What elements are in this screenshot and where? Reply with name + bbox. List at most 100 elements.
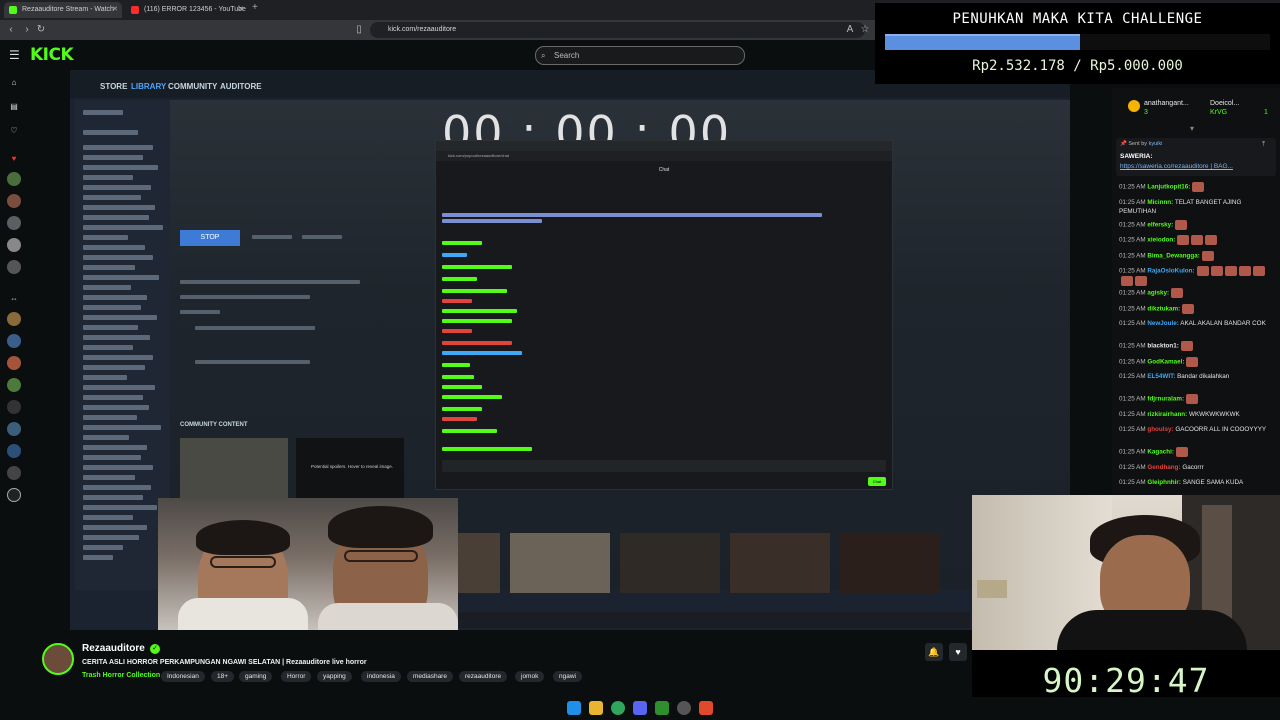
search-input[interactable]: Search — [535, 46, 745, 65]
home-icon[interactable]: ⌂ — [7, 76, 21, 90]
channel-avatar[interactable] — [7, 466, 21, 480]
channel-avatar[interactable] — [7, 260, 21, 274]
chat-username[interactable]: blackton1: — [1147, 343, 1179, 350]
chat-message: 01:25 AM Bima_Dewangga: — [1119, 250, 1269, 261]
chat-username[interactable]: fdjrnuralam: — [1147, 396, 1184, 403]
channel-avatar[interactable] — [7, 334, 21, 348]
chat-username[interactable]: Bima_Dewangga: — [1147, 252, 1200, 259]
channel-avatar[interactable] — [7, 488, 21, 502]
reload-icon[interactable]: ↻ — [34, 23, 48, 37]
chat-username[interactable]: Gendhang: — [1147, 464, 1180, 471]
menu-icon[interactable]: ☰ — [9, 48, 20, 62]
channel-avatar[interactable] — [7, 172, 21, 186]
pinned-label: SAWERIA: — [1120, 153, 1153, 160]
chevron-down-icon[interactable]: ▾ — [1190, 124, 1194, 133]
back-icon[interactable]: ‹ — [4, 23, 18, 37]
stream-tag[interactable]: yapping — [317, 671, 352, 682]
file-explorer-icon[interactable] — [589, 701, 603, 715]
chat-username[interactable]: Lanjutkopit16: — [1147, 184, 1190, 191]
obs-icon[interactable] — [677, 701, 691, 715]
chat-username[interactable]: dikztukam: — [1147, 305, 1180, 312]
pinned-user: kyuiki — [1148, 141, 1163, 147]
close-tab-icon[interactable]: ✕ — [238, 2, 244, 18]
channel-avatar[interactable] — [7, 216, 21, 230]
chat-emote — [1205, 235, 1218, 245]
chat-username[interactable]: RajaOsloKulon: — [1147, 268, 1194, 275]
chat-message: 01:25 AM agisky: — [1119, 288, 1269, 298]
heart-icon[interactable]: ♥ — [7, 152, 21, 166]
stream-tag[interactable]: Horror — [281, 671, 312, 682]
stream-tag[interactable]: 18+ — [211, 671, 235, 682]
top-gifter-name[interactable]: KrVG — [1210, 109, 1227, 116]
channel-avatar[interactable] — [7, 356, 21, 370]
chat-username[interactable]: agisky: — [1147, 290, 1169, 297]
stream-tag[interactable]: jomok — [515, 671, 545, 682]
forward-icon[interactable]: › — [20, 23, 34, 37]
chat-username[interactable]: GodKamael: — [1147, 358, 1184, 365]
url-field[interactable]: kick.com/rezaauditore — [370, 22, 865, 38]
chat-username[interactable]: rizkirairhann: — [1147, 411, 1187, 418]
stream-tag[interactable]: rezaauditore — [459, 671, 508, 682]
stream-tag[interactable]: mediashare — [407, 671, 453, 682]
stream-video[interactable]: STORE LIBRARY COMMUNITY AUDITORE STOP CO… — [70, 70, 1070, 630]
windows-start-icon[interactable] — [567, 701, 581, 715]
channel-avatar[interactable] — [7, 238, 21, 252]
stream-tag[interactable]: ngawi — [553, 671, 582, 682]
stream-category[interactable]: Trash Horror Collection — [82, 672, 160, 679]
expand-icon[interactable]: ⇔ — [7, 292, 21, 306]
translate-icon[interactable]: A — [843, 23, 857, 37]
channel-avatar[interactable] — [7, 194, 21, 208]
bell-icon[interactable]: 🔔 — [925, 643, 943, 661]
chat-timestamp: 01:25 AM — [1119, 479, 1148, 486]
channel-avatar[interactable] — [7, 400, 21, 414]
pinned-link[interactable]: https://saweria.co/rezaauditore | BAG... — [1120, 163, 1233, 170]
top-gifter-name[interactable]: Doeicol... — [1210, 100, 1239, 107]
browser-tab-youtube[interactable]: (116) ERROR 123456 - YouTube ✕ — [126, 2, 248, 18]
chat-message: 01:25 AM rizkirairhann: WKWKWKWKWK — [1119, 410, 1269, 419]
goal-title: PENUHKAN MAKA KITA CHALLENGE — [952, 11, 1203, 27]
pinned-message[interactable]: 📌 Sent by kyuiki SAWERIA: https://saweri… — [1116, 138, 1276, 176]
channel-avatar[interactable] — [7, 444, 21, 458]
chat-text: GACOORR ALL IN COOOYYYY — [1173, 426, 1267, 433]
popout-chat-window: kick.com/popout/rezaauditore/chat Chat C… — [435, 140, 893, 490]
brave-icon[interactable] — [699, 701, 713, 715]
favorite-heart-icon[interactable]: ♥ — [949, 643, 967, 661]
chat-username[interactable]: ghoulsy: — [1147, 426, 1173, 433]
plus-icon[interactable]: + — [252, 2, 258, 13]
channel-avatar[interactable] — [7, 422, 21, 436]
chat-username[interactable]: Micinnn: — [1147, 199, 1173, 206]
stream-tag[interactable]: Indonesian — [161, 671, 205, 682]
discord-icon[interactable] — [633, 701, 647, 715]
chat-panel: anathangant... 3 Doeicol... 1 KrVG ▾ 📌 S… — [1112, 88, 1280, 498]
channel-avatar[interactable] — [7, 378, 21, 392]
chat-username[interactable]: xieiodon: — [1147, 237, 1175, 244]
star-icon[interactable]: ☆ — [858, 23, 872, 37]
chat-message: 01:25 AM fdjrnuralam: — [1119, 394, 1269, 404]
steam-nav-library: LIBRARY — [131, 82, 167, 91]
following-icon[interactable]: ♡ — [7, 124, 21, 138]
kick-logo[interactable]: KICK — [30, 45, 74, 65]
chat-username[interactable]: NewJoule: — [1147, 320, 1179, 327]
bookmark-icon[interactable]: ▯ — [352, 23, 366, 37]
chat-message: 01:25 AM RajaOsloKulon: — [1119, 266, 1269, 286]
stream-tag[interactable]: gaming — [239, 671, 273, 682]
goal-amount-text: Rp2.532.178 / Rp5.000.000 — [972, 58, 1183, 74]
chat-username[interactable]: Gleiphnhir: — [1147, 479, 1181, 486]
chat-timestamp: 01:25 AM — [1119, 448, 1148, 456]
browser-tab-kick[interactable]: Rezaauditore Stream - Watch ✕ — [4, 2, 122, 18]
top-gifter-name[interactable]: anathangant... — [1144, 100, 1189, 107]
chat-username[interactable]: elfersky: — [1147, 221, 1173, 228]
pin-toggle-icon[interactable]: ⤒ — [1262, 141, 1265, 149]
chat-timestamp: 01:25 AM — [1119, 373, 1148, 380]
close-tab-icon[interactable]: ✕ — [112, 2, 118, 18]
game-launcher-icon[interactable] — [655, 701, 669, 715]
streamer-name[interactable]: Rezaauditore — [82, 643, 145, 654]
chat-username[interactable]: EL54WIT: — [1147, 373, 1175, 380]
stream-tag[interactable]: indonesia — [361, 671, 401, 682]
chat-message: 01:25 AM GodKamael: — [1119, 356, 1269, 367]
browse-icon[interactable]: ▤ — [7, 100, 21, 114]
chat-username[interactable]: Kagachi: — [1147, 449, 1174, 456]
chrome-icon[interactable] — [611, 701, 625, 715]
streamer-avatar[interactable] — [42, 643, 74, 675]
channel-avatar[interactable] — [7, 312, 21, 326]
